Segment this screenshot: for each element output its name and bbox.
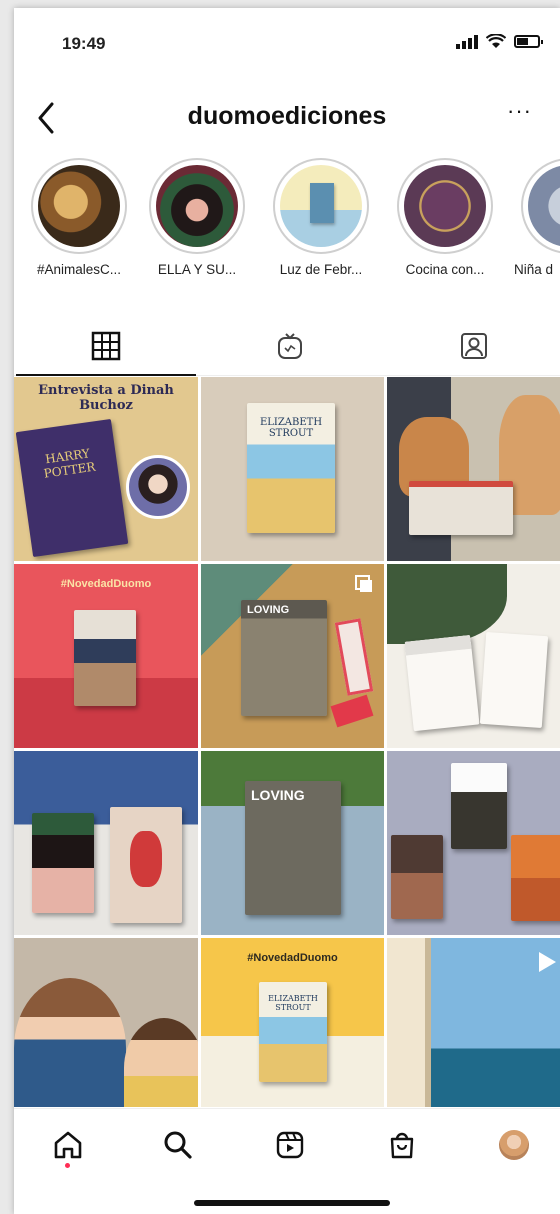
highlight-cover — [528, 165, 560, 247]
post-dice — [330, 694, 374, 728]
post-thumbnail[interactable] — [14, 751, 198, 935]
nav-reels[interactable] — [270, 1125, 310, 1165]
post-portrait — [126, 455, 190, 519]
post-book-cover: ELIZABETH STROUT — [259, 982, 327, 1082]
post-book-cover — [404, 634, 480, 732]
post-heading: Entrevista a Dinah Buchoz — [38, 383, 174, 413]
highlight-item[interactable]: #AnimalesC... — [20, 158, 138, 277]
status-bar: 19:49 — [14, 8, 560, 80]
post-thumbnail[interactable] — [387, 938, 560, 1107]
shop-icon — [390, 1132, 414, 1159]
post-thumbnail[interactable] — [387, 377, 560, 561]
post-thumbnail[interactable]: Entrevista a Dinah Buchoz HARRY POTTER — [14, 377, 198, 561]
highlight-item[interactable]: ELLA Y SU... — [138, 158, 256, 277]
nav-profile[interactable] — [494, 1125, 534, 1165]
post-box — [409, 481, 513, 535]
post-thumbnail[interactable] — [14, 938, 198, 1107]
home-icon — [54, 1131, 82, 1159]
story-highlights: #AnimalesC... ELLA Y SU... Luz de Febr..… — [14, 158, 560, 308]
nav-search[interactable] — [158, 1125, 198, 1165]
wifi-icon — [486, 34, 506, 48]
post-hashtag: #NovedadDuomo — [247, 952, 338, 964]
highlight-label: #AnimalesC... — [36, 262, 122, 277]
post-thumbnail[interactable]: ELIZABETH STROUT — [201, 377, 384, 561]
status-icons — [456, 34, 543, 49]
reels-icon — [276, 1131, 304, 1159]
highlight-label: Niña d — [514, 262, 554, 277]
highlight-item[interactable]: Luz de Febr... — [262, 158, 380, 277]
highlight-cover — [404, 165, 486, 247]
home-indicator — [194, 1200, 390, 1206]
highlight-label: ELLA Y SU... — [157, 262, 237, 277]
post-photo-person — [124, 1018, 198, 1107]
phone-screen: 19:49 duomoediciones ··· #AnimalesC... E… — [14, 8, 560, 1214]
battery-icon — [514, 35, 543, 48]
profile-avatar — [499, 1130, 529, 1160]
nav-home[interactable] — [48, 1125, 88, 1165]
post-book-cover — [74, 610, 136, 706]
highlight-cover — [156, 165, 238, 247]
post-wall — [387, 938, 431, 1107]
post-book-cover — [511, 835, 560, 921]
post-book-cover — [479, 631, 549, 729]
highlight-item[interactable]: Niña d — [510, 158, 560, 277]
notification-dot — [65, 1163, 70, 1168]
post-thumbnail[interactable]: #NovedadDuomo — [14, 564, 198, 748]
tab-posts-grid[interactable] — [16, 326, 196, 376]
search-icon — [164, 1131, 192, 1159]
post-book-cover — [391, 835, 443, 919]
highlight-label: Cocina con... — [405, 262, 485, 277]
tab-igtv[interactable] — [260, 326, 320, 366]
status-time: 19:49 — [62, 34, 106, 53]
post-book-cover: ELIZABETH STROUT — [247, 403, 335, 533]
profile-tabs — [14, 314, 560, 376]
tab-tagged[interactable] — [444, 326, 504, 366]
profile-username: duomoediciones — [187, 102, 387, 130]
post-hashtag: #NovedadDuomo — [60, 578, 152, 590]
profile-header: duomoediciones ··· — [14, 88, 560, 148]
igtv-icon — [278, 333, 302, 359]
tagged-icon — [461, 333, 487, 359]
post-book-cover: LOVING — [241, 600, 327, 716]
post-book-cover — [32, 813, 94, 913]
post-thumbnail[interactable]: #NovedadDuomo ELIZABETH STROUT — [201, 938, 384, 1107]
video-play-icon — [539, 952, 556, 972]
posts-grid: Entrevista a Dinah Buchoz HARRY POTTER E… — [14, 377, 560, 1107]
post-book-cover: HARRY POTTER — [15, 418, 129, 558]
post-book-cover — [451, 763, 507, 849]
bottom-navigation — [14, 1108, 560, 1178]
post-thumbnail[interactable] — [387, 564, 560, 748]
post-hearts-card — [334, 618, 374, 696]
post-book-cover: LOVING — [245, 781, 341, 915]
post-thumbnail[interactable]: LOVING — [201, 564, 384, 748]
carousel-icon — [355, 575, 372, 592]
post-book-cover — [110, 807, 182, 923]
post-thumbnail[interactable]: LOVING — [201, 751, 384, 935]
posts-grid-icon — [91, 331, 121, 361]
nav-shop[interactable] — [382, 1125, 422, 1165]
more-options-icon[interactable]: ··· — [507, 98, 532, 124]
highlight-item[interactable]: Cocina con... — [386, 158, 504, 277]
signal-icon — [456, 34, 478, 49]
highlight-cover — [38, 165, 120, 247]
post-thumbnail[interactable] — [387, 751, 560, 935]
highlight-label: Luz de Febr... — [279, 262, 363, 277]
highlight-cover — [280, 165, 362, 247]
post-photo-person — [14, 978, 126, 1107]
